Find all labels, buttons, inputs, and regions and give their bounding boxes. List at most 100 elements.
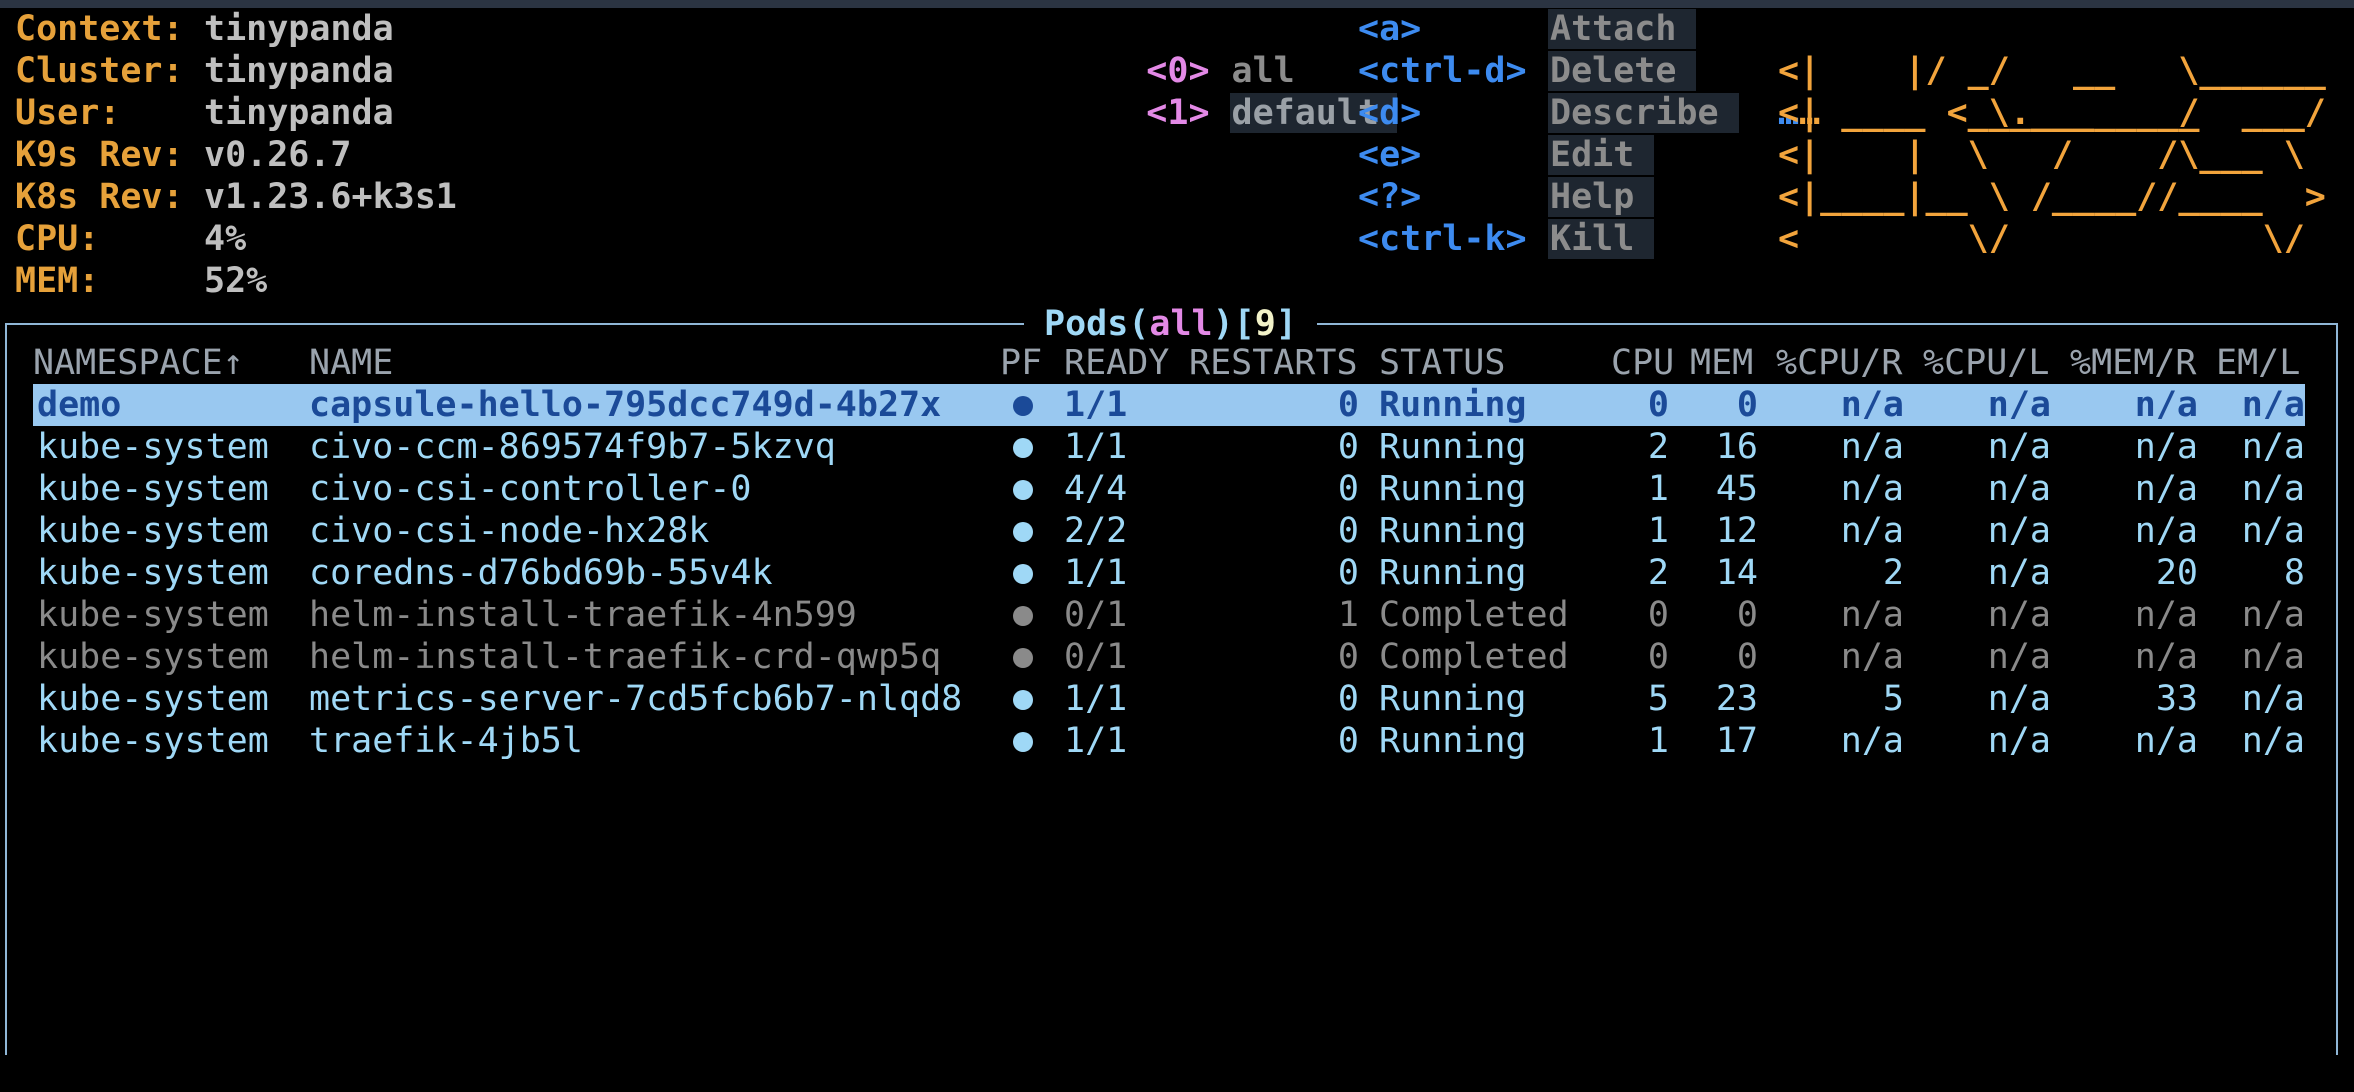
cell-status: Running	[1379, 469, 1527, 509]
cell-namespace: kube-system	[37, 553, 269, 593]
k9s-logo-line-6: < \/ \/	[1778, 219, 2305, 259]
column-mem[interactable]: MEM	[1690, 342, 1753, 384]
column-mem-r[interactable]: %MEM/R	[2070, 342, 2196, 384]
cell-ready: 0/1	[1064, 595, 1128, 635]
table-row[interactable]: kube-system helm-install-traefik-4n599 0/1…	[33, 594, 2305, 636]
cell-restarts: 0	[1337, 679, 1359, 719]
info-context: Context:	[15, 9, 184, 49]
cell-mem: 12	[1715, 511, 1758, 551]
cell-cpu-l: n/a	[1987, 427, 2051, 467]
cell-ready: 1/1	[1064, 553, 1128, 593]
cell-mem-l: n/a	[2241, 721, 2305, 761]
cell-mem-r: n/a	[2134, 427, 2198, 467]
column-pf[interactable]: PF	[1000, 342, 1042, 384]
column-ready[interactable]: READY	[1064, 342, 1169, 384]
cell-restarts: 0	[1337, 427, 1359, 467]
table-row[interactable]: kube-system civo-ccm-869574f9b7-5kzvq 1/1 0…	[33, 426, 2305, 468]
cell-cpu-l: n/a	[1987, 553, 2051, 593]
cell-namespace: kube-system	[37, 637, 269, 677]
table-row[interactable]: kube-system metrics-server-7cd5fcb6b7-nlq…	[33, 678, 2305, 720]
table-row[interactable]: kube-system civo-csi-controller-0 4/4 0 Runn…	[33, 468, 2305, 510]
cell-cpu: 1	[1647, 721, 1669, 761]
hotkey-describe-key[interactable]: <d>	[1358, 92, 1421, 134]
pod-status-dot-icon	[1013, 690, 1033, 710]
cell-cpu-l: n/a	[1987, 595, 2051, 635]
column-mem-l[interactable]: EM/L	[2216, 342, 2300, 384]
pod-status-dot-icon	[1013, 732, 1033, 752]
hotkey-delete-key[interactable]: <ctrl-d>	[1358, 50, 1527, 92]
cell-cpu: 1	[1647, 511, 1669, 551]
cell-mem-l: n/a	[2241, 385, 2305, 425]
cell-mem-l: n/a	[2241, 427, 2305, 467]
cell-namespace: kube-system	[37, 721, 269, 761]
cell-mem-l: n/a	[2241, 511, 2305, 551]
table-row[interactable]: kube-system traefik-4jb5l 1/1 0 Running 1 17 n/…	[33, 720, 2305, 762]
cell-status: Completed	[1379, 637, 1569, 677]
k9s-logo-line-3: <| < \____ / ___/	[1778, 93, 2326, 133]
info-k9s-rev-value: v0.26.7	[204, 135, 352, 175]
cell-status: Running	[1379, 385, 1527, 425]
cell-ready: 0/1	[1064, 637, 1128, 677]
cell-mem-r: n/a	[2134, 595, 2198, 635]
table-row[interactable]: demo capsule-hello-795dcc749d-4b27x 1/1 0 Ru…	[33, 384, 2305, 426]
cell-cpu: 0	[1647, 637, 1669, 677]
namespace-shortcut-default[interactable]: <1> default	[1062, 50, 1398, 176]
column-restarts[interactable]: RESTARTS	[1189, 342, 1358, 384]
column-status[interactable]: STATUS	[1379, 342, 1505, 384]
k9s-logo-line-5: <|____|__ \ /____//____ >	[1778, 177, 2326, 217]
column-cpu[interactable]: CPU	[1611, 342, 1674, 384]
cell-mem-r: 20	[2155, 553, 2198, 593]
hotkey-edit-key[interactable]: <e>	[1358, 134, 1421, 176]
cell-mem: 16	[1715, 427, 1758, 467]
cell-cpu-r: 2	[1882, 553, 1904, 593]
hotkey-kill-label: Kill	[1548, 218, 1655, 260]
info-k8s-rev: K8s Rev:	[15, 177, 184, 217]
cell-name: civo-csi-node-hx28k	[309, 511, 710, 551]
cell-status: Running	[1379, 553, 1527, 593]
column-cpu-r[interactable]: %CPU/R	[1776, 342, 1902, 384]
column-name[interactable]: NAME	[309, 342, 393, 384]
cell-name: civo-ccm-869574f9b7-5kzvq	[309, 427, 836, 467]
cell-restarts: 0	[1337, 385, 1359, 425]
cell-name: civo-csi-controller-0	[309, 469, 752, 509]
table-row[interactable]: kube-system helm-install-traefik-crd-qwp5…	[33, 636, 2305, 678]
cell-restarts: 0	[1337, 469, 1359, 509]
cell-mem: 23	[1715, 679, 1758, 719]
pod-status-dot-icon	[1013, 648, 1033, 668]
cell-mem-l: 8	[2283, 553, 2305, 593]
info-user-value: tinypanda	[204, 93, 394, 133]
cell-restarts: 0	[1337, 637, 1359, 677]
cell-ready: 1/1	[1064, 385, 1128, 425]
column-namespace[interactable]: NAMESPACE↑	[33, 342, 244, 384]
table-row[interactable]: kube-system civo-csi-node-hx28k 2/2 0 Runnin…	[33, 510, 2305, 552]
cell-cpu-r: n/a	[1840, 511, 1904, 551]
hotkey-kill-key[interactable]: <ctrl-k>	[1358, 218, 1527, 260]
cell-restarts: 0	[1337, 511, 1359, 551]
cell-mem: 17	[1715, 721, 1758, 761]
cell-cpu-l: n/a	[1987, 637, 2051, 677]
pod-status-dot-icon	[1013, 564, 1033, 584]
column-cpu-l[interactable]: %CPU/L	[1923, 342, 2049, 384]
info-cpu: CPU:	[15, 219, 100, 259]
info-mem-value: 52%	[204, 261, 268, 301]
cell-ready: 4/4	[1064, 469, 1128, 509]
cell-cpu: 5	[1647, 679, 1669, 719]
hotkey-attach-key[interactable]: <a>	[1358, 8, 1421, 50]
pods-table-title: Pods(all)[9]	[1024, 303, 1317, 345]
cell-cpu-l: n/a	[1987, 721, 2051, 761]
cell-mem-r: n/a	[2134, 721, 2198, 761]
pod-status-dot-icon	[1013, 438, 1033, 458]
hotkey-help-key[interactable]: <?>	[1358, 176, 1421, 218]
pod-status-dot-icon	[1013, 480, 1033, 500]
cell-cpu-r: n/a	[1840, 427, 1904, 467]
table-row[interactable]: kube-system coredns-d76bd69b-55v4k 1/1 0 Run…	[33, 552, 2305, 594]
cell-cpu-r: n/a	[1840, 721, 1904, 761]
cell-mem: 14	[1715, 553, 1758, 593]
cell-cpu-l: n/a	[1987, 679, 2051, 719]
pod-status-dot-icon	[1013, 396, 1033, 416]
hotkey-delete-label: Delete	[1548, 50, 1697, 92]
cell-name: capsule-hello-795dcc749d-4b27x	[309, 385, 942, 425]
cell-status: Running	[1379, 679, 1527, 719]
cell-mem: 0	[1736, 385, 1758, 425]
cell-mem: 0	[1736, 595, 1758, 635]
